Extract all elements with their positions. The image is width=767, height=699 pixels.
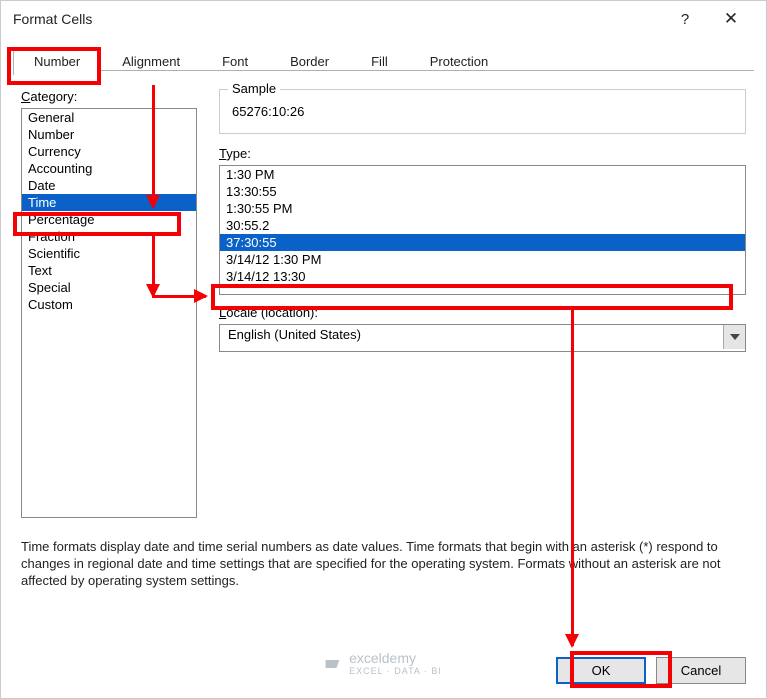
type-label: Type: bbox=[219, 146, 746, 161]
category-item-scientific[interactable]: Scientific bbox=[22, 245, 196, 262]
type-item[interactable]: 3/14/12 1:30 PM bbox=[220, 251, 745, 268]
sample-value: 65276:10:26 bbox=[232, 104, 733, 119]
type-list[interactable]: 1:30 PM 13:30:55 1:30:55 PM 30:55.2 37:3… bbox=[219, 165, 746, 295]
type-item[interactable]: 1:30:55 PM bbox=[220, 200, 745, 217]
help-button[interactable]: ? bbox=[662, 1, 708, 37]
type-item[interactable]: 3/14/12 13:30 bbox=[220, 268, 745, 285]
category-item-accounting[interactable]: Accounting bbox=[22, 160, 196, 177]
category-item-special[interactable]: Special bbox=[22, 279, 196, 296]
watermark: exceldemy EXCEL · DATA · BI bbox=[325, 650, 442, 676]
content-area: Category: General Number Currency Accoun… bbox=[1, 75, 766, 518]
locale-select[interactable]: English (United States) bbox=[219, 324, 746, 352]
close-button[interactable]: ✕ bbox=[708, 1, 754, 37]
button-row: OK Cancel bbox=[556, 657, 746, 684]
cancel-button[interactable]: Cancel bbox=[656, 657, 746, 684]
category-item-general[interactable]: General bbox=[22, 109, 196, 126]
type-item[interactable]: 13:30:55 bbox=[220, 183, 745, 200]
category-list[interactable]: General Number Currency Accounting Date … bbox=[21, 108, 197, 518]
category-item-fraction[interactable]: Fraction bbox=[22, 228, 196, 245]
type-item[interactable]: 1:30 PM bbox=[220, 166, 745, 183]
ok-button[interactable]: OK bbox=[556, 657, 646, 684]
category-item-number[interactable]: Number bbox=[22, 126, 196, 143]
locale-value: English (United States) bbox=[228, 327, 361, 342]
sample-group: Sample 65276:10:26 bbox=[219, 89, 746, 134]
format-description: Time formats display date and time seria… bbox=[21, 539, 746, 590]
type-item[interactable]: 30:55.2 bbox=[220, 217, 745, 234]
tab-number[interactable]: Number bbox=[13, 47, 101, 75]
category-item-percentage[interactable]: Percentage bbox=[22, 211, 196, 228]
sample-label: Sample bbox=[228, 81, 280, 96]
type-item-selected[interactable]: 37:30:55 bbox=[220, 234, 745, 251]
locale-label: Locale (location): bbox=[219, 305, 746, 320]
category-item-time[interactable]: Time bbox=[22, 194, 196, 211]
category-item-date[interactable]: Date bbox=[22, 177, 196, 194]
category-item-text[interactable]: Text bbox=[22, 262, 196, 279]
chevron-down-icon[interactable] bbox=[723, 325, 745, 349]
category-label: Category: bbox=[21, 89, 197, 104]
titlebar: Format Cells ? ✕ bbox=[1, 1, 766, 37]
format-cells-dialog: Format Cells ? ✕ Number Alignment Font B… bbox=[0, 0, 767, 699]
category-item-currency[interactable]: Currency bbox=[22, 143, 196, 160]
category-item-custom[interactable]: Custom bbox=[22, 296, 196, 313]
dialog-title: Format Cells bbox=[13, 11, 92, 27]
